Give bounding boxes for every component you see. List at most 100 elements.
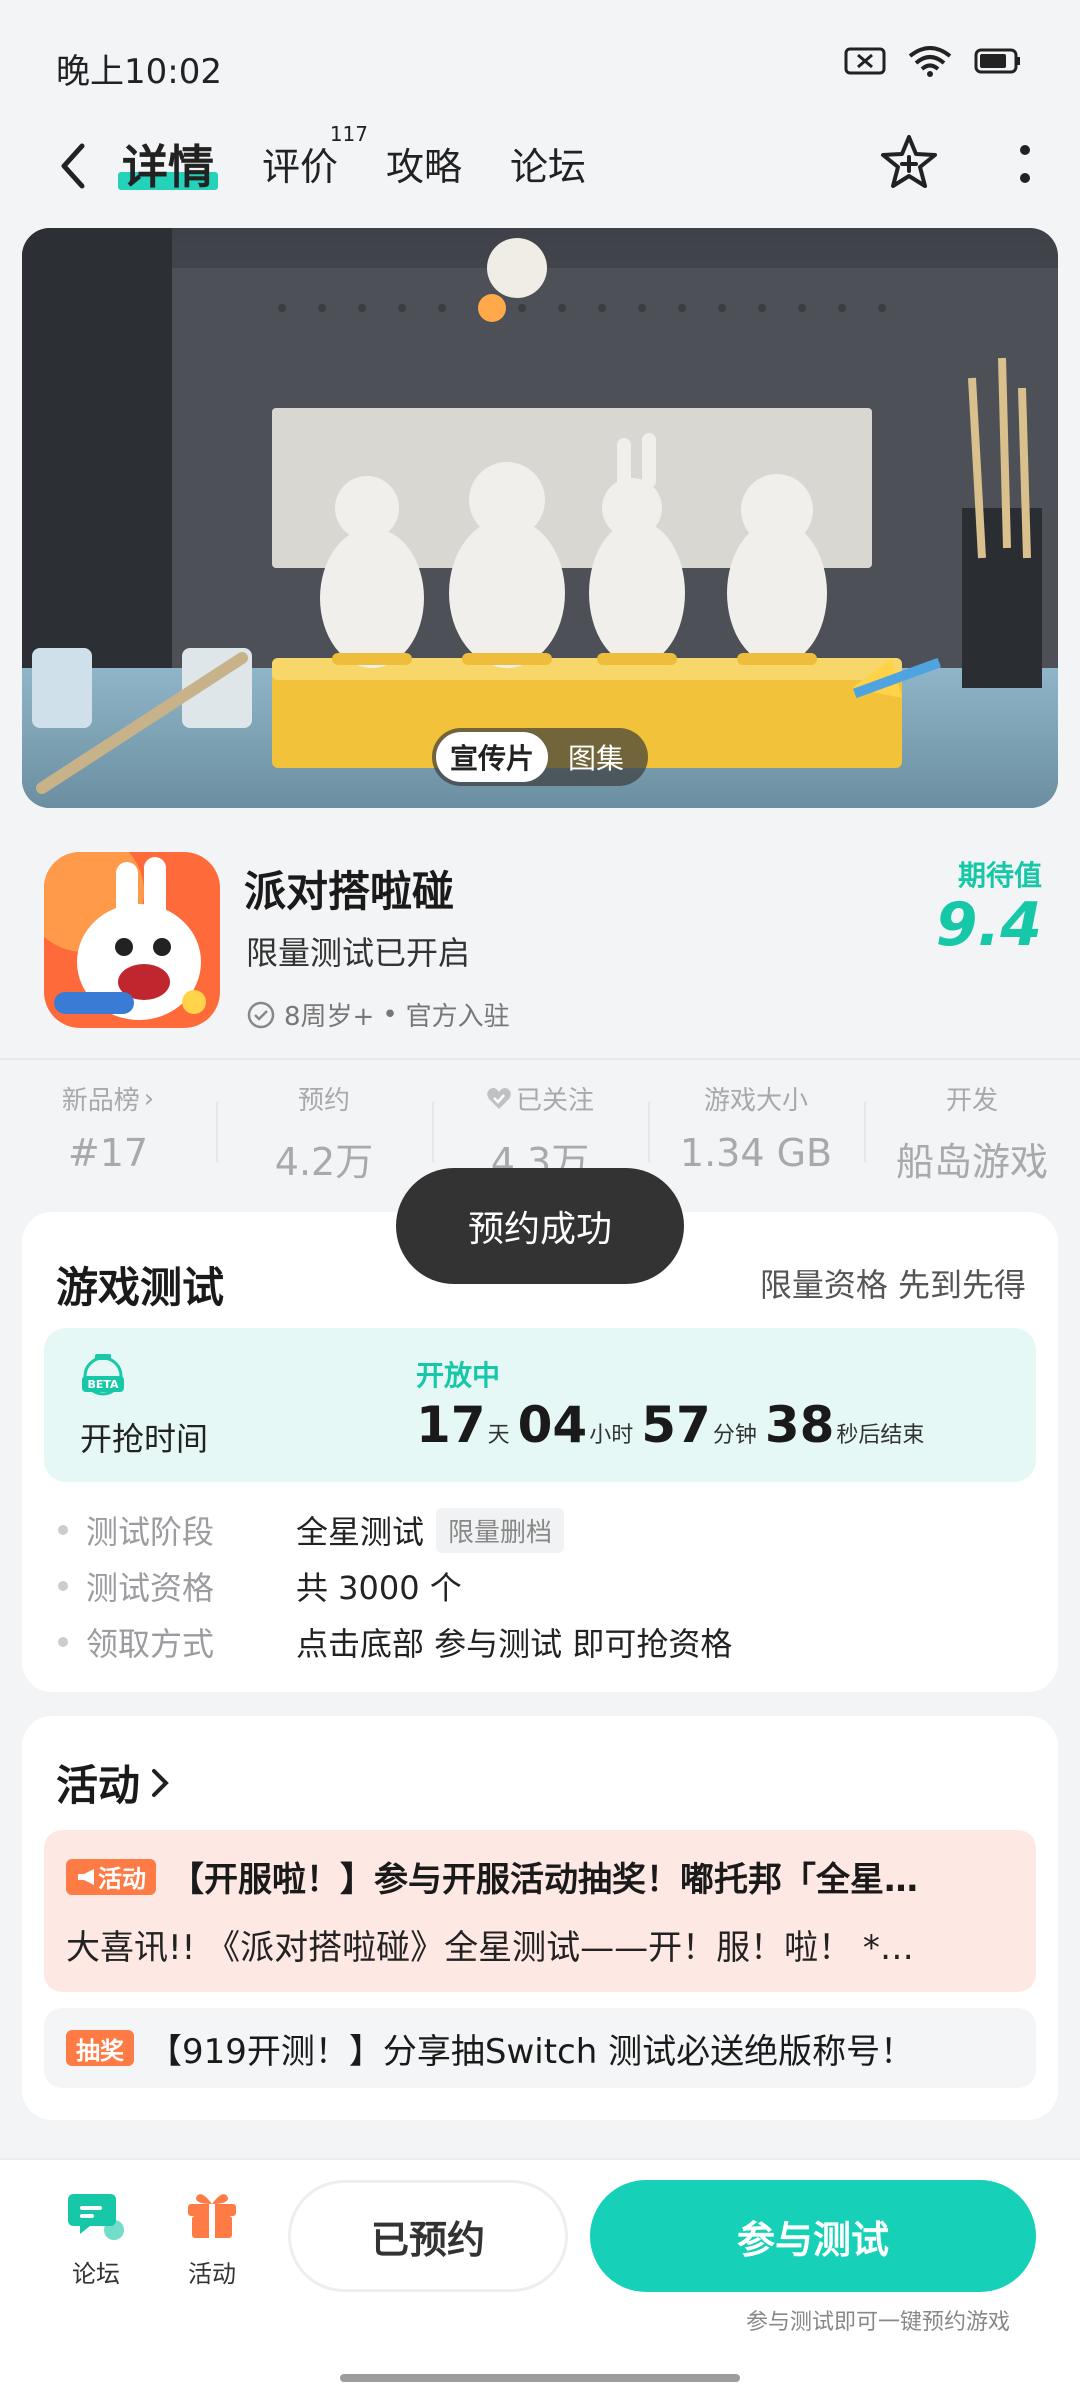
game-subtitle: 限量测试已开启 [246,934,471,972]
bottom-forum-label: 论坛 [72,2260,120,2288]
stat-label: 新品榜 [61,1086,140,1116]
stat-size: 游戏大小 1.34 GB [648,1080,864,1180]
chevron-right-icon: › [143,1083,155,1114]
stat-value: #17 [67,1131,149,1175]
tab-details[interactable]: 详情 [118,132,218,202]
activity-item-title: 【开服啦！】参与开服活动抽奖！嘟托邦「全星… [170,1860,918,1900]
hero-media[interactable]: 宣传片 图集 [22,228,1058,808]
stat-value: 船岛游戏 [895,1140,1048,1184]
bottom-action-bar: 论坛 活动 已预约 参与测试 参与测试即可一键预约游戏 [0,2158,1080,2400]
game-app-icon[interactable] [44,852,220,1028]
tab-bar: 详情 评价 117 攻略 论坛 [118,124,634,202]
countdown-seconds-unit: 秒后结束 [836,1423,925,1448]
countdown-minutes: 57 [641,1396,711,1454]
status-bar: 晚上10:02 [0,0,1080,120]
star-plus-icon[interactable] [878,132,940,194]
countdown-hours: 04 [517,1396,588,1454]
official-badge: 官方入驻 [405,1002,510,1032]
chevron-right-icon [152,1768,169,1797]
activity-header[interactable]: 活动 [56,1752,170,1813]
countdown-days-unit: 天 [487,1423,510,1448]
game-tags: 8周岁+ • 官方入驻 [246,996,510,1033]
countdown-days: 17 [416,1396,486,1454]
status-icons [844,44,1022,78]
row-key: 测试资格 [86,1569,215,1607]
age-rating: 8周岁+ [284,1002,375,1032]
wifi-icon [908,46,952,77]
countdown-hours-unit: 小时 [589,1423,634,1448]
battery-icon [974,48,1020,74]
lottery-item[interactable]: 抽奖 【919开测！】分享抽Switch 测试必送绝版称号！ [44,2008,1036,2088]
reviews-count-badge: 117 [329,122,369,146]
toast-message: 预约成功 [396,1168,684,1284]
activity-item-title-line: 活动 【开服啦！】参与开服活动抽奖！嘟托邦「全星… [66,1852,918,1901]
bullet [58,1525,68,1535]
segment-promo-video[interactable]: 宣传片 [436,732,548,782]
tab-forum[interactable]: 论坛 [510,132,586,202]
activity-item-desc: 大喜讯!! 《派对搭啦碰》全星测试——开！服！啦！ *… [66,1928,914,1968]
chat-bubble-icon [68,2194,124,2240]
row-tag: 限量删档 [436,1507,565,1553]
game-test-card: 游戏测试 限量资格 先到先得 BETA 开抢时间 开放中 17 天 04 小时 57… [22,1212,1058,1692]
activity-title: 活动 [56,1761,141,1810]
tag-separator: • [382,999,398,1030]
test-method-row: 领取方式 点击底部 参与测试 即可抢资格 [58,1614,732,1670]
expectation-label: 期待值 [957,859,1042,892]
stat-label: 开发 [945,1086,998,1116]
timer-status: 开放中 [416,1359,501,1392]
test-stage-row: 测试阶段 全星测试 限量删档 [58,1502,732,1558]
stat-new-rank[interactable]: 新品榜 › #17 [0,1080,216,1180]
stat-reservations: 预约 4.2万 [216,1080,432,1184]
game-info: 派对搭啦碰 限量测试已开启 8周岁+ • 官方入驻 期待值 9.4 [0,830,1080,1060]
test-detail-list: 测试阶段 全星测试 限量删档 测试资格 共 3000 个 领取方式 点击底部 参… [58,1502,732,1670]
megaphone-icon [78,1868,94,1885]
lottery-badge: 抽奖 [66,2030,134,2066]
join-test-button[interactable]: 参与测试 [590,2180,1036,2292]
no-sim-icon [844,47,886,75]
row-value: 点击底部 参与测试 即可抢资格 [296,1625,733,1663]
tab-reviews-label: 评价 [262,145,339,189]
media-segment-control: 宣传片 图集 [432,728,648,786]
badge-label: 活动 [98,1865,146,1893]
beta-icon: BETA [82,1354,124,1396]
timer-label: 开抢时间 [80,1420,209,1458]
top-nav: 详情 评价 117 攻略 论坛 [0,120,1080,212]
countdown-seconds: 38 [764,1396,835,1454]
stat-value: 1.34 GB [679,1131,833,1175]
bottom-forum[interactable]: 论坛 [56,2184,136,2289]
stat-developer[interactable]: 开发 船岛游戏 [864,1080,1080,1184]
test-quota-row: 测试资格 共 3000 个 [58,1558,732,1614]
svg-text:BETA: BETA [87,1378,119,1391]
reserved-button[interactable]: 已预约 [288,2180,568,2292]
stat-label: 游戏大小 [703,1086,808,1116]
row-value: 全星测试 [296,1513,425,1551]
heart-check-icon [487,1087,511,1109]
stat-label: 已关注 [515,1086,594,1116]
join-test-hint: 参与测试即可一键预约游戏 [745,2310,1010,2335]
bottom-activity[interactable]: 活动 [172,2184,252,2289]
activity-item[interactable]: 活动 【开服啦！】参与开服活动抽奖！嘟托邦「全星… 大喜讯!! 《派对搭啦碰》全星… [44,1830,1036,1992]
tab-guides[interactable]: 攻略 [386,132,462,202]
test-card-title: 游戏测试 [56,1263,225,1312]
row-value: 共 3000 个 [296,1569,462,1607]
bullet [58,1581,68,1591]
game-title: 派对搭啦碰 [244,867,455,916]
home-indicator[interactable] [340,2374,740,2382]
stats-row: 新品榜 › #17 预约 4.2万 已关注 4.3万 游戏大小 1.34 GB 开… [0,1080,1080,1185]
promo-video-scene [22,228,1058,808]
stat-value: 4.2万 [274,1140,374,1184]
segment-gallery[interactable]: 图集 [548,737,644,777]
more-options-icon[interactable] [1014,136,1036,192]
lottery-item-title: 【919开测！】分享抽Switch 测试必送绝版称号！ [148,2031,915,2072]
gift-icon [188,2194,236,2238]
countdown: 17 天 04 小时 57 分钟 38 秒后结束 [416,1396,932,1454]
divider [0,1058,1080,1060]
bottom-activity-label: 活动 [188,2260,236,2288]
tab-reviews[interactable]: 评价 117 [262,124,368,202]
countdown-panel: BETA 开抢时间 开放中 17 天 04 小时 57 分钟 38 秒后结束 [44,1328,1036,1482]
back-arrow-icon[interactable] [52,138,92,194]
activity-badge: 活动 [66,1858,156,1895]
stat-followed[interactable]: 已关注 4.3万 [432,1080,648,1184]
test-card-note: 限量资格 先到先得 [759,1266,1026,1304]
row-key: 领取方式 [86,1625,215,1663]
